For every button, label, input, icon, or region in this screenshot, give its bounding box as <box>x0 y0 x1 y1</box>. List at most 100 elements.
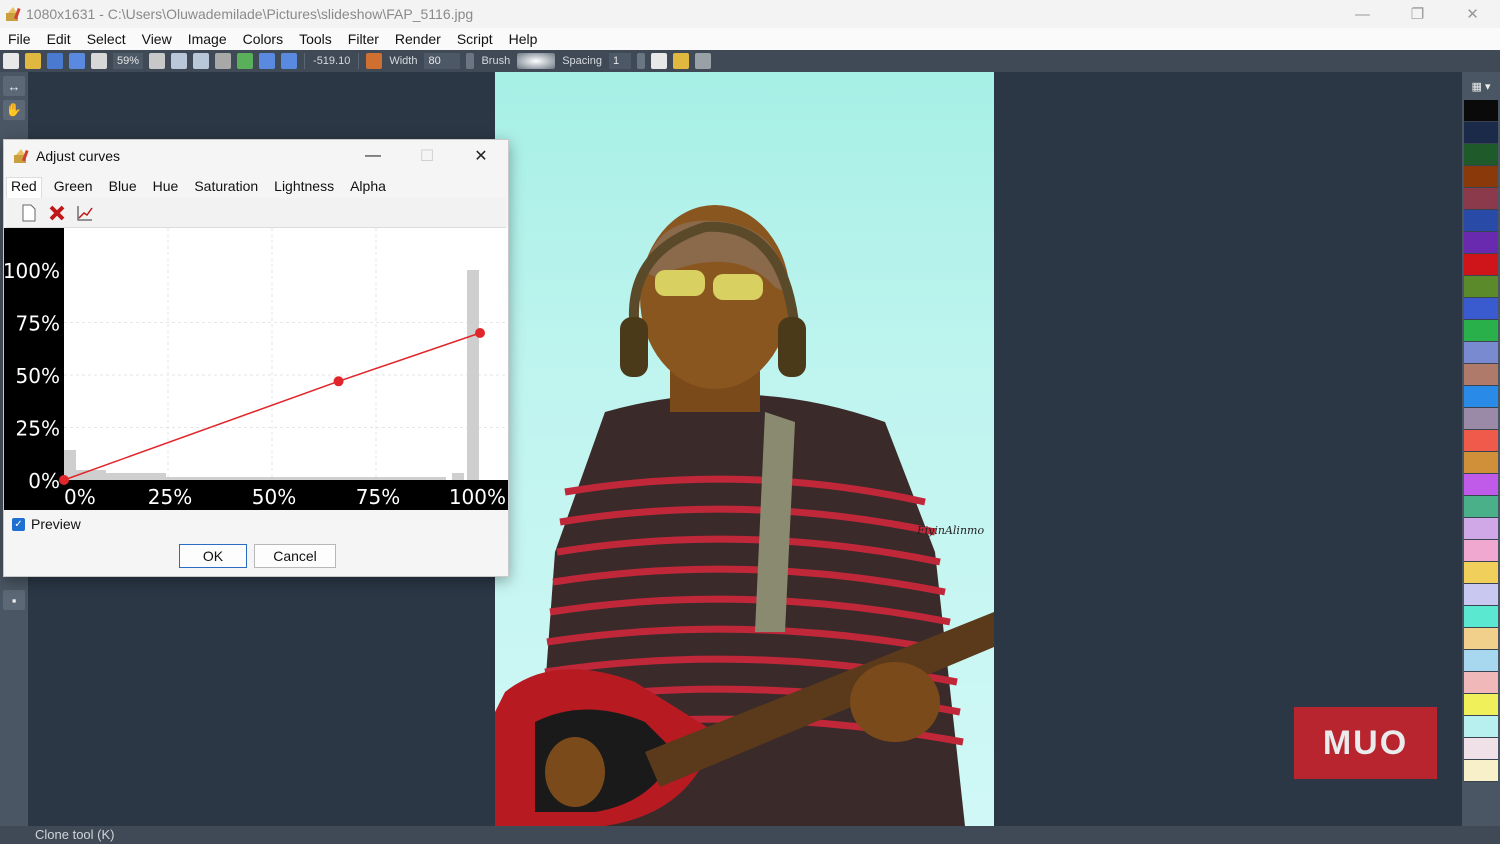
camera-tool-icon[interactable]: ▪ <box>3 590 25 610</box>
tab-hue[interactable]: Hue <box>149 178 183 198</box>
tab-red[interactable]: Red <box>6 177 42 198</box>
hand-tool-icon[interactable]: ✋ <box>3 100 25 120</box>
color-swatch[interactable] <box>1464 496 1498 518</box>
dialog-close-button[interactable]: ✕ <box>454 140 508 172</box>
zoom-in-icon[interactable] <box>171 53 188 69</box>
color-swatch[interactable] <box>1464 364 1498 386</box>
brush-preview-icon[interactable] <box>517 53 556 69</box>
menu-view[interactable]: View <box>134 28 180 50</box>
menu-help[interactable]: Help <box>501 28 546 50</box>
color-swatch[interactable] <box>1464 738 1498 760</box>
zoom-fit-icon[interactable] <box>215 53 232 69</box>
image-canvas[interactable]: FiyinAlinmo <box>495 72 994 826</box>
spacing-spinner-icon[interactable] <box>636 53 645 69</box>
spacing-input[interactable]: 1 <box>608 53 631 69</box>
color-swatch[interactable] <box>1464 276 1498 298</box>
color-swatch[interactable] <box>1464 716 1498 738</box>
color-swatch[interactable] <box>1464 320 1498 342</box>
redo-icon[interactable] <box>281 53 298 69</box>
color-swatch[interactable] <box>1464 540 1498 562</box>
menu-select[interactable]: Select <box>79 28 134 50</box>
curve-plot-area[interactable] <box>64 228 508 480</box>
color-swatch[interactable] <box>1464 474 1498 496</box>
color-swatch[interactable] <box>1464 628 1498 650</box>
menu-tools[interactable]: Tools <box>291 28 340 50</box>
curve-graph[interactable]: 100% 75% 50% 25% 0% 0% 25% 50% 75% 100% <box>3 228 508 510</box>
zoom-out-icon[interactable] <box>193 53 210 69</box>
fill-mode-icon[interactable] <box>650 53 667 69</box>
color-swatch[interactable] <box>1464 166 1498 188</box>
pan-tool-icon[interactable]: ↔ <box>3 76 25 96</box>
color-swatch[interactable] <box>1464 694 1498 716</box>
restore-button[interactable]: ❐ <box>1390 0 1445 28</box>
tab-lightness[interactable]: Lightness <box>270 178 338 198</box>
color-swatch[interactable] <box>1464 254 1498 276</box>
curve-control-point[interactable] <box>333 376 344 387</box>
open-brush-icon[interactable] <box>672 53 689 69</box>
save-as-icon[interactable] <box>69 53 85 69</box>
preview-checkbox-row[interactable]: ✓ Preview <box>12 516 81 532</box>
color-swatch[interactable] <box>1464 210 1498 232</box>
color-swatch[interactable] <box>1464 760 1498 782</box>
color-swatch[interactable] <box>1464 122 1498 144</box>
menu-edit[interactable]: Edit <box>39 28 79 50</box>
width-spinner-icon[interactable] <box>466 53 475 69</box>
curve-editor[interactable]: 100% 75% 50% 25% 0% 0% 25% 50% 75% 100% <box>3 228 508 510</box>
stamp-icon[interactable] <box>366 53 383 69</box>
adjust-curves-dialog: Adjust curves — ☐ ✕ Red Green Blue Hue S… <box>3 139 509 577</box>
tab-alpha[interactable]: Alpha <box>346 178 390 198</box>
color-swatch[interactable] <box>1464 562 1498 584</box>
close-window-button[interactable]: ✕ <box>1445 0 1500 28</box>
color-swatch[interactable] <box>1464 188 1498 210</box>
x-tick-label: 100% <box>449 485 506 509</box>
color-swatch[interactable] <box>1464 408 1498 430</box>
menu-filter[interactable]: Filter <box>340 28 387 50</box>
channel-tabs: Red Green Blue Hue Saturation Lightness … <box>4 172 508 198</box>
color-swatch[interactable] <box>1464 518 1498 540</box>
color-swatch[interactable] <box>1464 232 1498 254</box>
new-curve-icon[interactable] <box>18 202 40 224</box>
minimize-button[interactable]: — <box>1335 0 1390 28</box>
color-swatch[interactable] <box>1464 672 1498 694</box>
open-folder-icon[interactable] <box>25 53 41 69</box>
tab-saturation[interactable]: Saturation <box>190 178 262 198</box>
layers-icon[interactable] <box>237 53 254 69</box>
actual-size-icon[interactable] <box>149 53 166 69</box>
ok-button[interactable]: OK <box>179 544 247 568</box>
print-icon[interactable] <box>91 53 107 69</box>
color-swatch[interactable] <box>1464 386 1498 408</box>
menu-file[interactable]: File <box>0 28 39 50</box>
y-axis-ticks: 100% 75% 50% 25% 0% <box>3 259 60 493</box>
color-swatch[interactable] <box>1464 430 1498 452</box>
color-swatch[interactable] <box>1464 144 1498 166</box>
palette-menu-icon[interactable]: ▦ ▾ <box>1462 72 1500 100</box>
dialog-maximize-button[interactable]: ☐ <box>400 140 454 172</box>
color-swatch[interactable] <box>1464 452 1498 474</box>
tab-green[interactable]: Green <box>50 178 97 198</box>
preview-checkbox[interactable]: ✓ <box>12 517 25 531</box>
color-swatch[interactable] <box>1464 298 1498 320</box>
undo-icon[interactable] <box>259 53 276 69</box>
menu-render[interactable]: Render <box>387 28 449 50</box>
menu-colors[interactable]: Colors <box>235 28 291 50</box>
new-file-icon[interactable] <box>3 53 19 69</box>
curve-control-point[interactable] <box>475 328 485 338</box>
dialog-minimize-button[interactable]: — <box>346 140 400 172</box>
brush-settings-icon[interactable] <box>694 53 711 69</box>
y-tick-label: 25% <box>16 417 60 441</box>
color-swatch[interactable] <box>1464 100 1498 122</box>
color-swatch[interactable] <box>1464 650 1498 672</box>
color-swatch[interactable] <box>1464 342 1498 364</box>
color-swatch[interactable] <box>1464 606 1498 628</box>
tab-blue[interactable]: Blue <box>105 178 141 198</box>
delete-curve-icon[interactable] <box>46 202 68 224</box>
menu-image[interactable]: Image <box>180 28 235 50</box>
save-icon[interactable] <box>47 53 63 69</box>
color-swatch[interactable] <box>1464 584 1498 606</box>
menu-script[interactable]: Script <box>449 28 501 50</box>
cancel-button[interactable]: Cancel <box>254 544 336 568</box>
curve-control-point[interactable] <box>59 475 69 485</box>
graph-icon[interactable] <box>74 202 96 224</box>
zoom-field[interactable]: 59% <box>113 53 144 69</box>
width-input[interactable]: 80 <box>424 53 461 69</box>
